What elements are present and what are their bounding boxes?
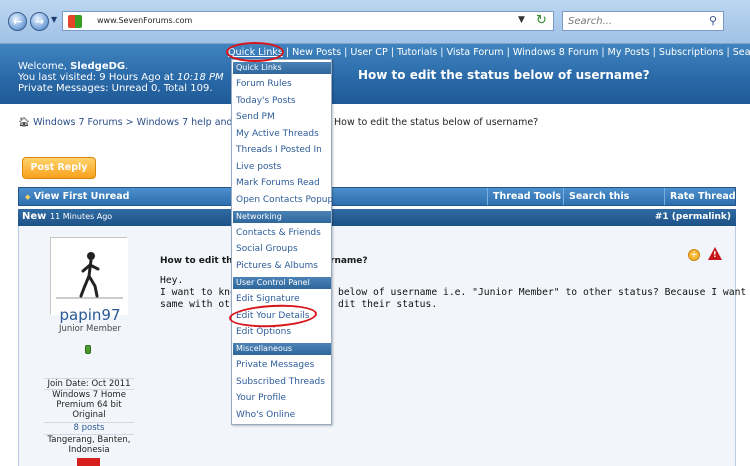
browser-toolbar: ← → ▼ www.SevenForums.com ▼ ↻ Search... … bbox=[0, 0, 750, 44]
last-visited-label: You last visited: 9 Hours Ago at bbox=[18, 72, 178, 83]
menu-item-active-threads[interactable]: My Active Threads bbox=[236, 129, 319, 139]
nav-subscriptions[interactable]: Subscriptions bbox=[659, 47, 724, 58]
post-title-tail: rname? bbox=[330, 256, 368, 266]
private-messages-link[interactable]: Private Messages: Unread 0, Total 109. bbox=[18, 83, 224, 94]
menu-item-contacts-friends[interactable]: Contacts & Friends bbox=[236, 228, 321, 238]
view-first-unread-link[interactable]: ◆ View First Unread bbox=[25, 191, 129, 202]
rate-thread-menu[interactable]: Rate Thread ▼ bbox=[664, 188, 736, 218]
site-favicon-icon bbox=[68, 15, 82, 28]
menu-item-forum-rules[interactable]: Forum Rules bbox=[236, 79, 292, 89]
join-date: Join Date: Oct 2011 bbox=[44, 378, 134, 389]
online-status-icon bbox=[85, 345, 91, 354]
nav-new-posts[interactable]: New Posts bbox=[292, 47, 341, 58]
menu-section-miscellaneous: Miscellaneous bbox=[233, 343, 331, 355]
thread-tools-menu[interactable]: Thread Tools ▼ bbox=[487, 188, 563, 218]
menu-item-whos-online[interactable]: Who's Online bbox=[236, 410, 295, 420]
user-os-line: Windows 7 Home bbox=[52, 390, 126, 400]
new-badge: New bbox=[22, 211, 47, 222]
home-icon[interactable]: 🏠︎ bbox=[18, 117, 30, 128]
breadcrumb-current: How to edit the status below of username… bbox=[334, 117, 539, 128]
user-title: Junior Member bbox=[58, 324, 121, 334]
history-dropdown-icon[interactable]: ▼ bbox=[51, 15, 57, 24]
menu-section-networking: Networking bbox=[233, 211, 331, 223]
menu-item-subscribed-threads[interactable]: Subscribed Threads bbox=[236, 377, 325, 387]
last-visited-time: 10:18 PM bbox=[177, 72, 224, 83]
user-location: Tangerang, Banten, Indonesia bbox=[44, 434, 134, 455]
menu-item-private-messages[interactable]: Private Messages bbox=[236, 360, 314, 370]
top-nav: Quick Links | New Posts | User CP | Tutorials |… bbox=[228, 47, 750, 59]
user-os: Windows 7 Home Premium 64 bit Original bbox=[44, 389, 134, 420]
post-text-line: I want to know bbox=[160, 287, 242, 298]
report-post-icon[interactable]: ! bbox=[708, 247, 722, 260]
menu-item-pictures-albums[interactable]: Pictures & Albums bbox=[236, 261, 318, 271]
menu-item-contacts-popup[interactable]: Open Contacts Popup bbox=[236, 195, 333, 205]
menu-section-user-cp: User Control Panel bbox=[233, 277, 331, 289]
quick-links-dropdown: Quick Links Forum Rules Today's Posts Se… bbox=[231, 59, 333, 425]
menu-item-edit-signature[interactable]: Edit Signature bbox=[236, 294, 300, 304]
post-text-line: Hey. bbox=[160, 275, 184, 286]
breadcrumb-forums[interactable]: Windows 7 Forums bbox=[33, 117, 123, 128]
menu-item-social-groups[interactable]: Social Groups bbox=[236, 244, 298, 254]
menu-item-send-pm[interactable]: Send PM bbox=[236, 112, 275, 122]
breadcrumb: 🏠︎ Windows 7 Forums > Windows 7 help and … bbox=[18, 117, 259, 128]
welcome-label: Welcome, bbox=[18, 61, 71, 72]
menu-item-your-profile[interactable]: Your Profile bbox=[236, 393, 286, 403]
country-flag-icon bbox=[77, 458, 100, 466]
search-icon[interactable]: ⚲ bbox=[709, 14, 717, 27]
thread-tools-label: Thread Tools bbox=[493, 191, 562, 202]
nav-user-cp[interactable]: User CP bbox=[350, 47, 387, 58]
post-reply-button[interactable]: Post Reply bbox=[22, 157, 96, 179]
nav-vista-forum[interactable]: Vista Forum bbox=[447, 47, 504, 58]
url-text: www.SevenForums.com bbox=[97, 16, 193, 25]
forward-button[interactable]: → bbox=[30, 12, 49, 31]
address-dropdown-icon[interactable]: ▼ bbox=[518, 15, 525, 25]
avatar[interactable] bbox=[50, 237, 128, 315]
post-username[interactable]: papin97 bbox=[38, 306, 142, 324]
user-post-count[interactable]: 8 posts bbox=[44, 422, 134, 433]
post-text-line-right: below of username i.e. "Junior Member" t… bbox=[338, 287, 750, 298]
refresh-icon[interactable]: ↻ bbox=[536, 13, 547, 28]
nav-windows8-forum[interactable]: Windows 8 Forum bbox=[513, 47, 598, 58]
menu-item-edit-options[interactable]: Edit Options bbox=[236, 327, 291, 337]
avatar-figure-icon bbox=[51, 238, 128, 315]
permalink[interactable]: #1 (permalink) bbox=[655, 212, 731, 222]
search-thread-menu[interactable]: Search this Thread ▼ bbox=[563, 188, 664, 219]
nav-tutorials[interactable]: Tutorials bbox=[397, 47, 437, 58]
post-text-line: same with oth bbox=[160, 299, 236, 310]
thread-toolbar: ◆ View First Unread Thread Tools ▼ Searc… bbox=[18, 187, 736, 219]
view-first-unread-label: View First Unread bbox=[33, 191, 130, 202]
welcome-username[interactable]: SledgeDG bbox=[70, 61, 125, 72]
bullet-icon: ◆ bbox=[25, 193, 31, 201]
user-os-line: Premium 64 bit bbox=[56, 400, 122, 410]
post-title: How to edit the bbox=[160, 256, 239, 266]
nav-my-posts[interactable]: My Posts bbox=[608, 47, 650, 58]
address-bar[interactable]: www.SevenForums.com ▼ ↻ bbox=[62, 11, 554, 31]
menu-section-quick-links: Quick Links bbox=[233, 62, 331, 74]
breadcrumb-sep: > bbox=[125, 117, 134, 128]
browser-search-input[interactable]: Search... ⚲ bbox=[562, 11, 724, 31]
menu-item-todays-posts[interactable]: Today's Posts bbox=[236, 96, 296, 106]
search-placeholder: Search... bbox=[568, 16, 613, 27]
post-header: New 11 Minutes Ago #1 (permalink) bbox=[18, 209, 736, 226]
annotation-circle-quick-links bbox=[226, 42, 284, 62]
user-location-line: Indonesia bbox=[68, 445, 110, 455]
rate-thread-label: Rate Thread bbox=[670, 191, 736, 202]
menu-item-mark-read[interactable]: Mark Forums Read bbox=[236, 178, 320, 188]
menu-item-live-posts[interactable]: Live posts bbox=[236, 162, 281, 172]
welcome-block: Welcome, SledgeDG. You last visited: 9 H… bbox=[18, 61, 224, 94]
user-location-line: Tangerang, Banten, bbox=[47, 435, 131, 445]
menu-item-threads-posted-in[interactable]: Threads I Posted In bbox=[236, 145, 322, 155]
post-time: 11 Minutes Ago bbox=[50, 212, 113, 221]
nav-search[interactable]: Search bbox=[733, 47, 750, 58]
add-reputation-icon[interactable]: + bbox=[688, 249, 700, 261]
back-button[interactable]: ← bbox=[8, 12, 27, 31]
header-thread-title: How to edit the status below of username… bbox=[358, 68, 650, 82]
post-text-line-right: dit their status. bbox=[338, 299, 438, 310]
user-os-line: Original bbox=[72, 410, 106, 420]
